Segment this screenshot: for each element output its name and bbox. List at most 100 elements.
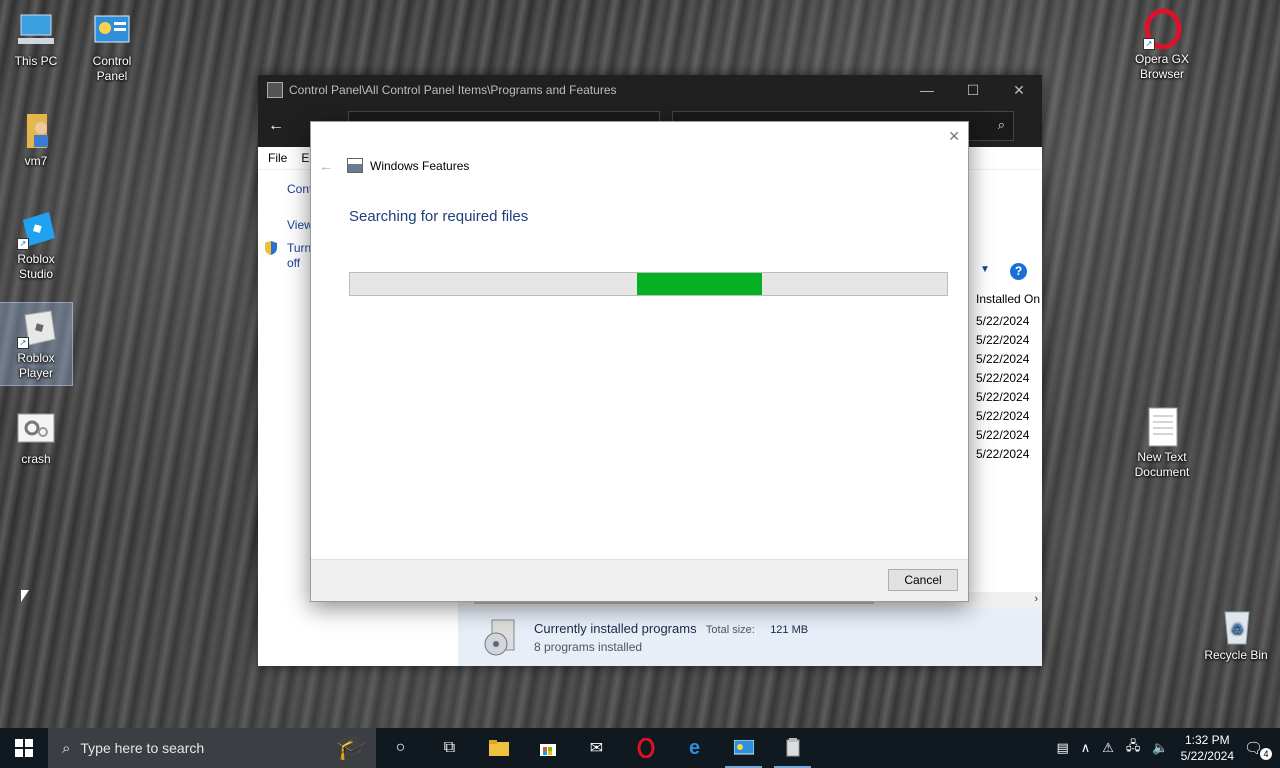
dialog-title: Windows Features — [370, 158, 470, 173]
minimize-icon: — — [920, 82, 934, 98]
taskbar-windows-features[interactable] — [768, 728, 817, 768]
taskbar-mail[interactable]: ✉ — [572, 728, 621, 768]
volume-muted-icon[interactable]: 🔈 — [1152, 740, 1168, 756]
search-icon: ⌕ — [62, 739, 71, 757]
programs-icon — [786, 738, 799, 757]
taskbar-search-box[interactable]: ⌕ Type here to search 🎓 — [48, 728, 376, 768]
svg-text:♻: ♻ — [1231, 621, 1244, 637]
clock-date: 5/22/2024 — [1180, 749, 1234, 763]
taskbar-file-explorer[interactable] — [474, 728, 523, 768]
action-center-button[interactable]: 🗨 4 — [1244, 739, 1272, 760]
internet-explorer-icon: e — [688, 736, 701, 759]
table-cell-date: 5/22/2024 — [976, 428, 1030, 442]
control-panel-icon — [91, 10, 133, 52]
close-icon: ✕ — [948, 128, 960, 144]
cancel-button[interactable]: Cancel — [888, 569, 958, 591]
table-cell-date: 5/22/2024 — [976, 352, 1030, 366]
column-header-installed-on[interactable]: Installed On — [976, 292, 1040, 306]
shortcut-arrow-icon: ↗ — [1143, 38, 1155, 50]
details-pane: Currently installed programs Total size:… — [458, 609, 1042, 666]
desktop-icon-crash[interactable]: crash — [0, 408, 72, 467]
back-arrow-icon[interactable]: ← — [264, 117, 288, 135]
notification-count-badge: 4 — [1260, 748, 1272, 760]
desktop-icon-control-panel[interactable]: Control Panel — [76, 10, 148, 84]
progress-bar — [349, 272, 948, 296]
table-cell-date: 5/22/2024 — [976, 314, 1030, 328]
control-panel-app-icon — [267, 82, 283, 98]
desktop-icon-this-pc[interactable]: This PC — [0, 10, 72, 69]
news-widget-icon[interactable]: ▤ — [1056, 740, 1068, 756]
windows-features-icon — [347, 158, 363, 173]
progress-bar-fill — [636, 273, 762, 295]
dialog-heading: Searching for required files — [349, 208, 529, 225]
desktop-icon-opera-gx[interactable]: ↗ Opera GX Browser — [1126, 8, 1198, 82]
graduation-cap-icon: 🎓 — [335, 731, 368, 761]
taskbar-store[interactable] — [523, 728, 572, 768]
search-placeholder: Type here to search — [80, 740, 205, 756]
maximize-button[interactable]: ☐ — [950, 75, 996, 105]
maximize-icon: ☐ — [966, 81, 980, 98]
table-cell-date: 5/22/2024 — [976, 371, 1030, 385]
programs-count: 8 programs installed — [534, 640, 643, 654]
desktop-icon-label: Roblox Player — [17, 351, 55, 380]
taskbar: ⌕ Type here to search 🎓 ○ ⧉ ✉ e ▤ ∧ ⚠ 🖧 … — [0, 728, 1280, 768]
folder-icon — [488, 740, 509, 756]
clock-time: 1:32 PM — [1184, 733, 1230, 747]
store-bag-icon — [539, 744, 556, 756]
desktop-icon-vm7[interactable]: vm7 — [0, 110, 72, 169]
shortcut-arrow-icon: ↗ — [17, 337, 29, 349]
desktop-icon-recycle-bin[interactable]: ♻ Recycle Bin — [1200, 604, 1272, 663]
close-button[interactable]: ✕ — [996, 75, 1042, 105]
taskbar-control-panel[interactable] — [719, 728, 768, 768]
windows-logo-icon — [15, 739, 33, 757]
desktop-icon-label: Recycle Bin — [1204, 648, 1268, 662]
desktop-icon-roblox-player[interactable]: ↗ Roblox Player — [0, 302, 73, 386]
control-panel-icon — [733, 740, 754, 755]
opera-gx-icon — [637, 738, 654, 758]
desktop-icon-roblox-studio[interactable]: ↗ Roblox Studio — [0, 208, 72, 282]
taskbar-edge[interactable]: e — [670, 728, 719, 768]
folder-user-icon — [15, 110, 57, 152]
chevron-up-icon[interactable]: ∧ — [1081, 740, 1091, 756]
settings-file-icon — [15, 408, 57, 450]
text-document-icon — [1141, 406, 1183, 448]
dialog-close-button[interactable]: ✕ — [948, 128, 960, 145]
search-icon: ⌕ — [997, 117, 1005, 132]
view-options-dropdown-icon[interactable]: ▼ — [980, 264, 990, 275]
table-cell-date: 5/22/2024 — [976, 409, 1030, 423]
dialog-footer: Cancel — [311, 559, 968, 601]
desktop-icon-label: crash — [21, 452, 51, 466]
window-titlebar[interactable]: Control Panel\All Control Panel Items\Pr… — [258, 75, 1042, 105]
table-cell-date: 5/22/2024 — [976, 390, 1030, 404]
scroll-right-icon[interactable]: › — [1034, 593, 1038, 605]
table-cell-date: 5/22/2024 — [976, 333, 1030, 347]
help-icon[interactable]: ? — [1010, 263, 1027, 280]
desktop-icon-label: New Text Document — [1134, 450, 1190, 479]
turn-windows-features-link[interactable]: Turn — [287, 241, 311, 255]
view-installed-updates-link[interactable]: View — [287, 218, 313, 232]
recycle-bin-icon: ♻ — [1215, 604, 1257, 646]
opera-gx-icon: ↗ — [1141, 8, 1183, 50]
desktop-icon-label: Control Panel — [92, 54, 132, 83]
desktop-icon-label: Roblox Studio — [17, 252, 55, 281]
computer-icon — [15, 10, 57, 52]
desktop-icon-new-text-document[interactable]: New Text Document — [1126, 406, 1198, 480]
roblox-player-icon: ↗ — [15, 307, 57, 349]
menu-file[interactable]: File — [268, 151, 287, 165]
close-icon: ✕ — [1013, 81, 1025, 98]
shield-icon — [264, 240, 278, 256]
dialog-header: Windows Features — [347, 158, 469, 173]
taskbar-clock[interactable]: 1:32 PM 5/22/2024 — [1181, 732, 1234, 764]
desktop-icon-label: This PC — [14, 54, 58, 68]
minimize-button[interactable]: — — [904, 75, 950, 105]
total-size-label: Total size: — [705, 624, 755, 636]
cortana-button[interactable]: ○ — [376, 728, 425, 768]
network-icon[interactable]: 🖧 — [1126, 737, 1141, 759]
desktop-icon-label: Opera GX Browser — [1134, 52, 1190, 81]
taskbar-opera-gx[interactable] — [621, 728, 670, 768]
programs-disc-icon — [482, 618, 520, 658]
turn-windows-features-link-line2[interactable]: off — [287, 256, 300, 270]
security-alert-icon[interactable]: ⚠ — [1102, 740, 1114, 756]
task-view-button[interactable]: ⧉ — [425, 728, 474, 768]
start-button[interactable] — [0, 728, 48, 768]
